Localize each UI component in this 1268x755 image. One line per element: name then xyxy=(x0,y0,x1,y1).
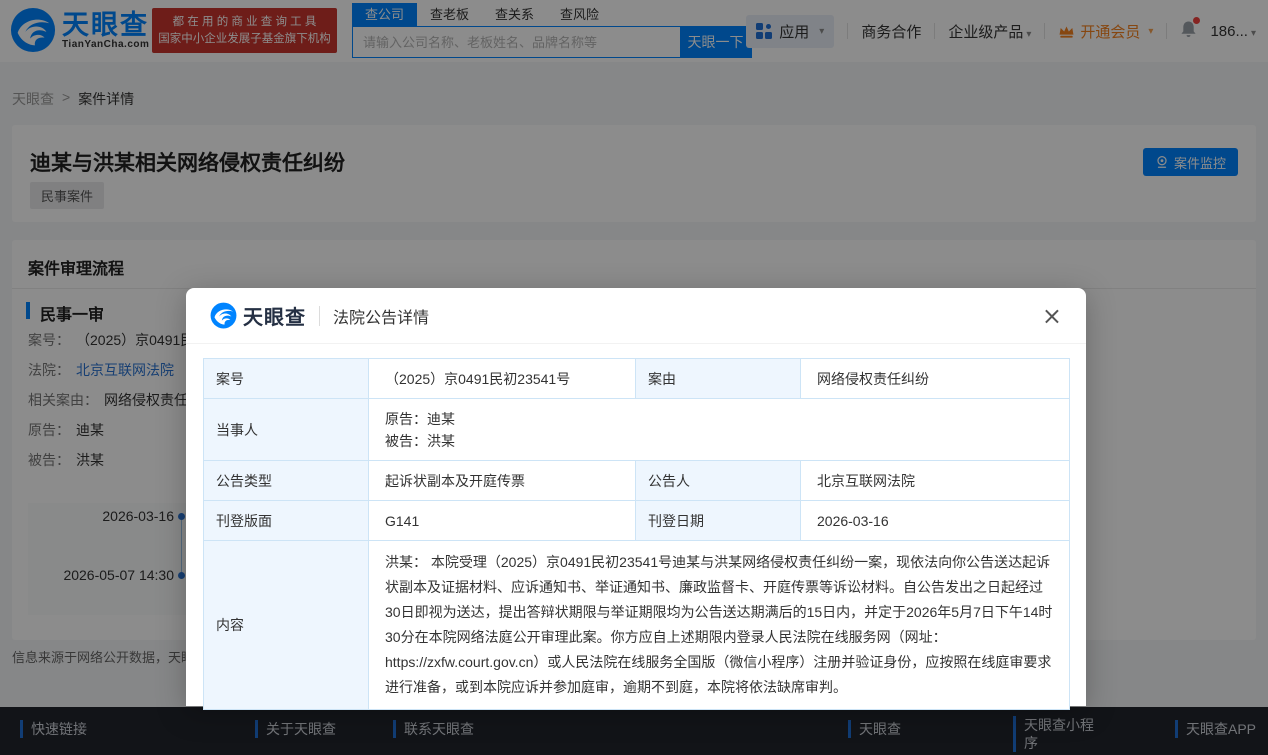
announcer-label: 公告人 xyxy=(636,461,801,501)
publish-date-value: 2026-03-16 xyxy=(801,501,1070,541)
tianyancha-eye-icon xyxy=(210,302,237,329)
party-plaintiff: 原告：迪某 xyxy=(385,408,1053,430)
content-label: 内容 xyxy=(204,541,369,710)
court-announcement-modal: 天眼查 法院公告详情 × 案号 （2025）京0491民初23541号 案由 网… xyxy=(186,288,1086,706)
announcer-value: 北京互联网法院 xyxy=(801,461,1070,501)
case-no-label: 案号 xyxy=(204,359,369,399)
modal-header: 天眼查 法院公告详情 × xyxy=(186,288,1086,344)
page-value: G141 xyxy=(369,501,636,541)
modal-header-divider xyxy=(319,306,320,326)
content-value: 洪某： 本院受理（2025）京0491民初23541号迪某与洪某网络侵权责任纠纷… xyxy=(369,541,1070,710)
cause-label: 案由 xyxy=(636,359,801,399)
case-no-value: （2025）京0491民初23541号 xyxy=(369,359,636,399)
table-row: 当事人 原告：迪某 被告：洪某 xyxy=(204,399,1070,461)
page: 天眼查 TianYanCha.com 都 在 用 的 商 业 查 询 工 具 国… xyxy=(0,0,1268,755)
cause-value: 网络侵权责任纠纷 xyxy=(801,359,1070,399)
type-value: 起诉状副本及开庭传票 xyxy=(369,461,636,501)
party-value: 原告：迪某 被告：洪某 xyxy=(369,399,1070,461)
party-label: 当事人 xyxy=(204,399,369,461)
publish-date-label: 刊登日期 xyxy=(636,501,801,541)
type-label: 公告类型 xyxy=(204,461,369,501)
party-defendant: 被告：洪某 xyxy=(385,430,1053,452)
table-row: 内容 洪某： 本院受理（2025）京0491民初23541号迪某与洪某网络侵权责… xyxy=(204,541,1070,710)
page-label: 刊登版面 xyxy=(204,501,369,541)
modal-title: 法院公告详情 xyxy=(333,304,429,328)
modal-brand: 天眼查 xyxy=(243,301,306,330)
table-row: 刊登版面 G141 刊登日期 2026-03-16 xyxy=(204,501,1070,541)
table-row: 公告类型 起诉状副本及开庭传票 公告人 北京互联网法院 xyxy=(204,461,1070,501)
table-row: 案号 （2025）京0491民初23541号 案由 网络侵权责任纠纷 xyxy=(204,359,1070,399)
announcement-table: 案号 （2025）京0491民初23541号 案由 网络侵权责任纠纷 当事人 原… xyxy=(203,358,1070,710)
close-icon[interactable]: × xyxy=(1042,304,1062,328)
